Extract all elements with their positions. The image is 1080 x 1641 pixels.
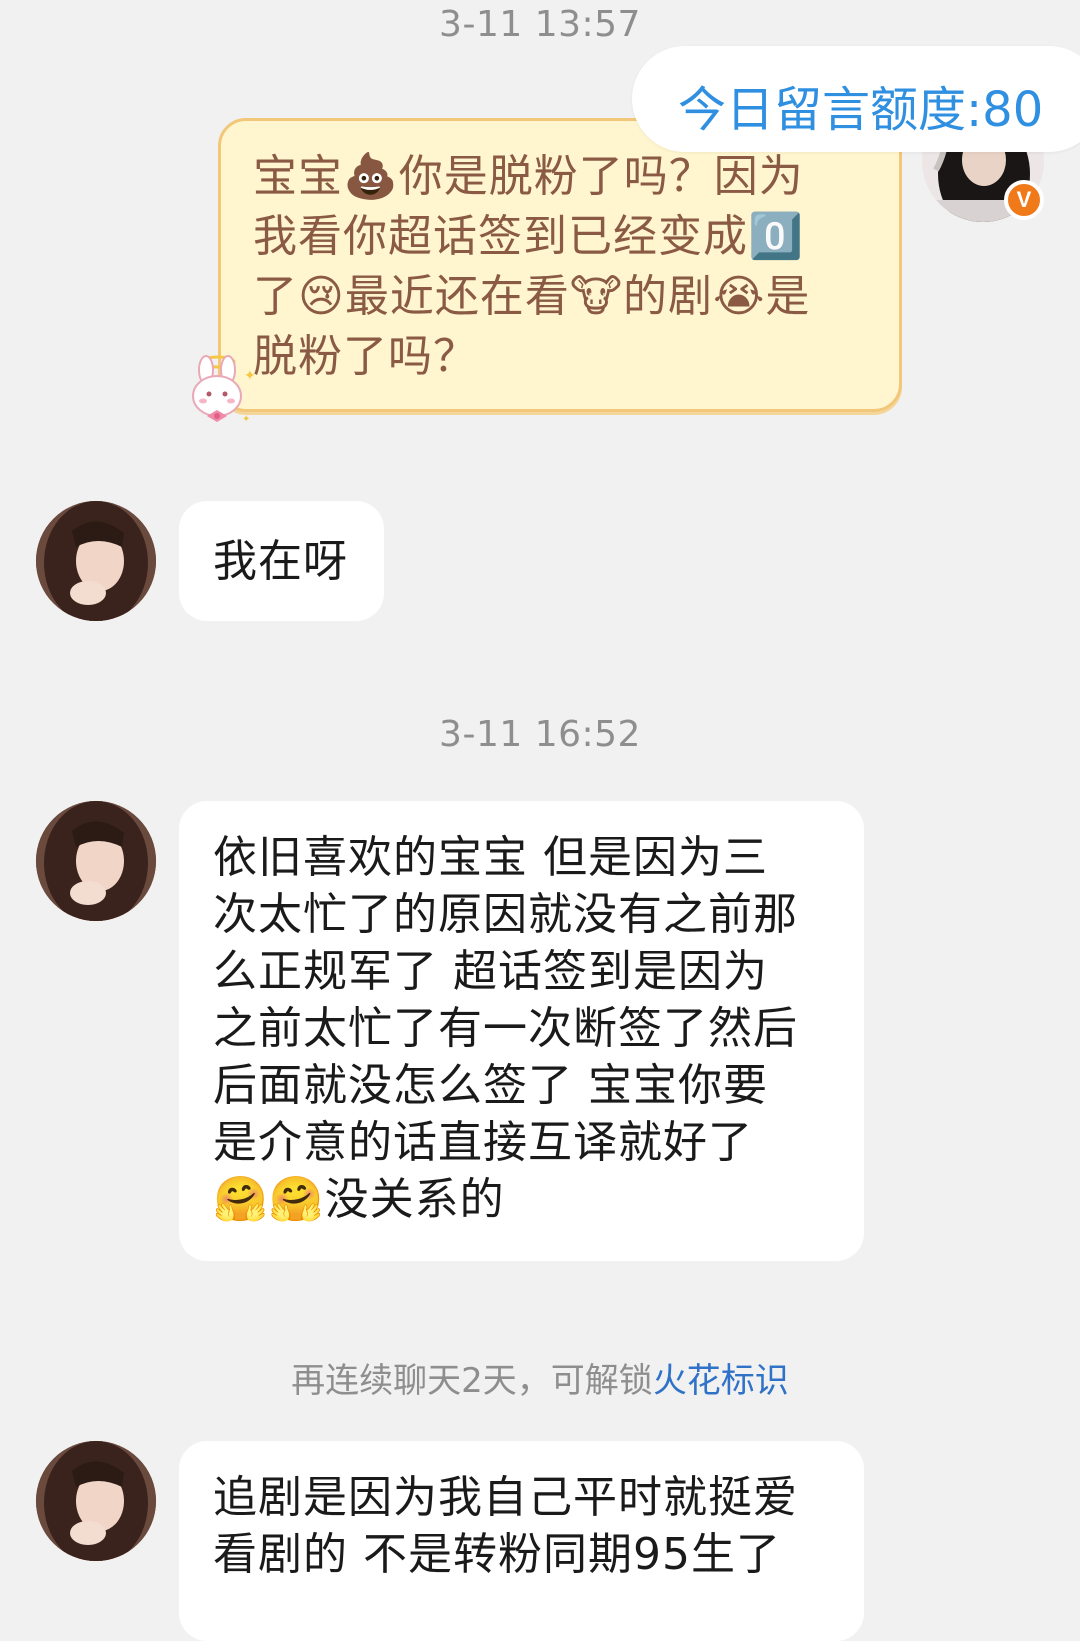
- self-message-bubble[interactable]: 宝宝💩你是脱粉了吗？因为 我看你超话签到已经变成0️⃣ 了😢最近还在看🐮的剧😭是…: [218, 118, 902, 412]
- svg-text:✦: ✦: [244, 368, 256, 384]
- message-line: 脱粉了吗？: [253, 331, 478, 382]
- message-text: 追剧是因为我自己平时就挺爱 看剧的 不是转粉同期95生了: [213, 1469, 798, 1583]
- message-quota-pill: 今日留言额度:80: [632, 46, 1080, 152]
- message-line: 后面就没怎么签了 宝宝你要: [213, 1060, 768, 1111]
- timestamp: 3-11 16:52: [439, 714, 641, 755]
- message-line: 追剧是因为我自己平时就挺爱: [213, 1472, 798, 1523]
- message-line: 我在呀: [213, 536, 348, 587]
- contact-avatar[interactable]: [36, 501, 156, 621]
- svg-text:✦: ✦: [242, 414, 250, 425]
- message-line: 我看你超话签到已经变成0️⃣: [253, 211, 804, 262]
- notice-text: 再连续聊天2天，可解锁: [291, 1361, 653, 1401]
- quota-label: 今日留言额度:80: [678, 82, 1044, 138]
- message-bubble[interactable]: 我在呀: [179, 501, 384, 621]
- message-text: 依旧喜欢的宝宝 但是因为三 次太忙了的原因就没有之前那 么正规军了 超话签到是因…: [213, 829, 798, 1228]
- message-bubble[interactable]: 追剧是因为我自己平时就挺爱 看剧的 不是转粉同期95生了: [179, 1441, 864, 1641]
- message-line: 🤗🤗没关系的: [213, 1174, 505, 1225]
- streak-notice: 再连续聊天2天，可解锁火花标识: [0, 1353, 1080, 1402]
- message-line: 是介意的话直接互译就好了: [213, 1117, 753, 1168]
- contact-avatar[interactable]: [36, 1441, 156, 1561]
- message-line: 之前太忙了有一次断签了然后: [213, 1003, 798, 1054]
- spark-badge-link[interactable]: 火花标识: [653, 1361, 789, 1401]
- message-line: 么正规军了 超话签到是因为: [213, 946, 768, 997]
- message-line: 宝宝💩你是脱粉了吗？因为: [253, 151, 804, 202]
- contact-avatar[interactable]: [36, 801, 156, 921]
- message-bubble[interactable]: 依旧喜欢的宝宝 但是因为三 次太忙了的原因就没有之前那 么正规军了 超话签到是因…: [179, 801, 864, 1261]
- message-line: 了😢最近还在看🐮的剧😭是: [253, 271, 811, 322]
- timestamp: 3-11 13:57: [439, 4, 641, 45]
- verified-badge-icon: V: [1004, 180, 1044, 220]
- bunny-sticker-icon: ✦ ✦: [180, 350, 260, 430]
- message-line: 依旧喜欢的宝宝 但是因为三: [213, 832, 768, 883]
- message-line: 看剧的 不是转粉同期95生了: [213, 1529, 781, 1580]
- message-line: 次太忙了的原因就没有之前那: [213, 889, 798, 940]
- self-message-text: 宝宝💩你是脱粉了吗？因为 我看你超话签到已经变成0️⃣ 了😢最近还在看🐮的剧😭是…: [253, 147, 873, 387]
